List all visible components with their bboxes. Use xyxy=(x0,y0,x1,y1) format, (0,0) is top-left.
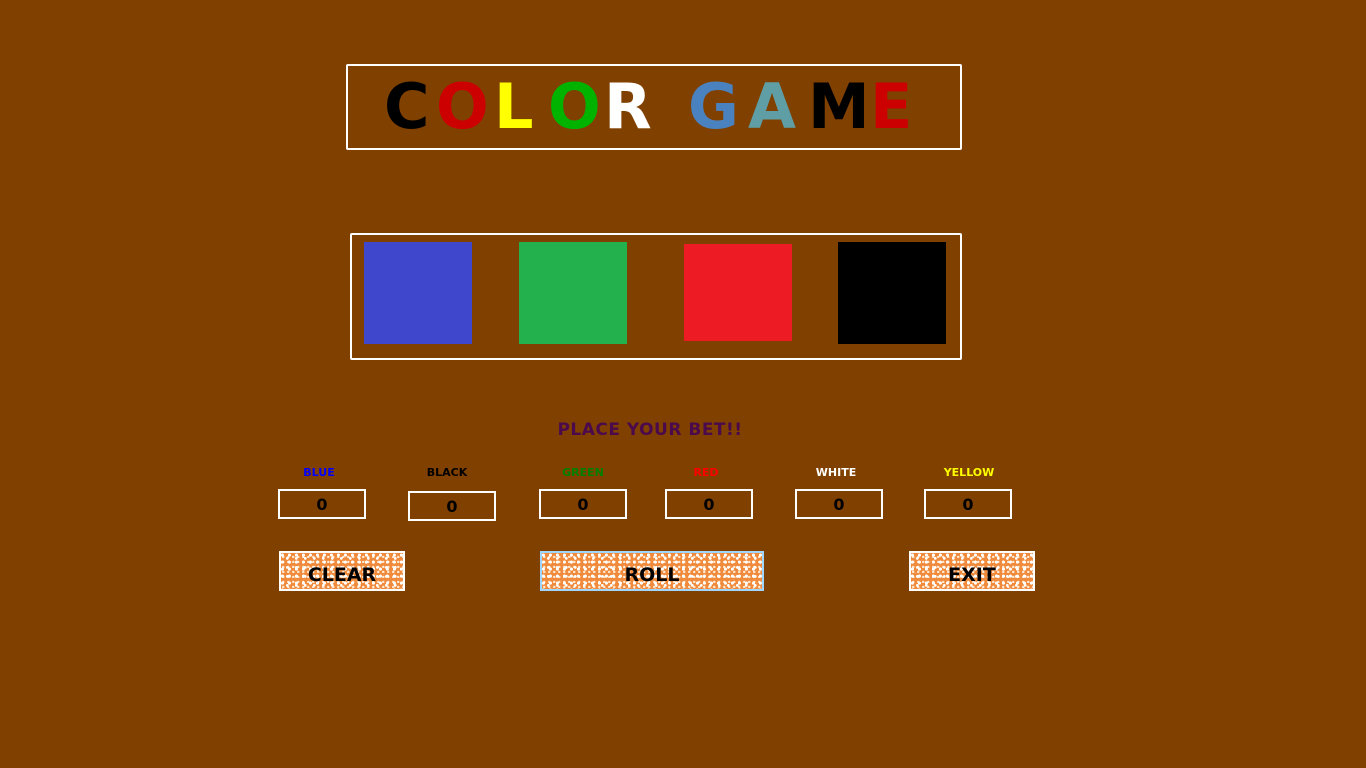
title-banner: C O L O R G A M E xyxy=(346,64,962,150)
bet-input-white[interactable] xyxy=(795,489,883,519)
clear-button[interactable]: CLEAR xyxy=(279,551,405,591)
bet-input-black[interactable] xyxy=(408,491,496,521)
dice-panel xyxy=(350,233,962,360)
bet-label-yellow: YELLOW xyxy=(943,466,995,479)
die-red xyxy=(684,244,792,341)
title-letter: O xyxy=(548,70,601,143)
game-window: C O L O R G A M E PLACE YOUR BET!! BLUE … xyxy=(0,0,1366,768)
bet-input-yellow[interactable] xyxy=(924,489,1012,519)
bet-input-blue[interactable] xyxy=(278,489,366,519)
exit-button[interactable]: EXIT xyxy=(909,551,1035,591)
roll-button[interactable]: ROLL xyxy=(540,551,764,591)
title-letter: C xyxy=(384,70,430,143)
title-letter: L xyxy=(494,70,534,143)
title-letter: G xyxy=(688,70,739,143)
title-letter: M xyxy=(808,70,870,143)
game-title: C O L O R G A M E xyxy=(384,70,913,143)
die-blue xyxy=(364,242,472,344)
title-letter: O xyxy=(436,70,489,143)
title-letter: E xyxy=(870,70,913,143)
bet-label-black: BLACK xyxy=(426,466,468,479)
title-letter: A xyxy=(748,70,796,143)
title-letter: R xyxy=(604,70,652,143)
bet-input-green[interactable] xyxy=(539,489,627,519)
bet-input-red[interactable] xyxy=(665,489,753,519)
bet-prompt: PLACE YOUR BET!! xyxy=(557,420,743,440)
bet-label-blue: BLUE xyxy=(303,466,335,479)
die-black xyxy=(838,242,946,344)
die-green xyxy=(519,242,627,344)
bet-label-red: RED xyxy=(693,466,719,479)
bet-label-white: WHITE xyxy=(815,466,857,479)
bet-label-green: GREEN xyxy=(562,466,604,479)
